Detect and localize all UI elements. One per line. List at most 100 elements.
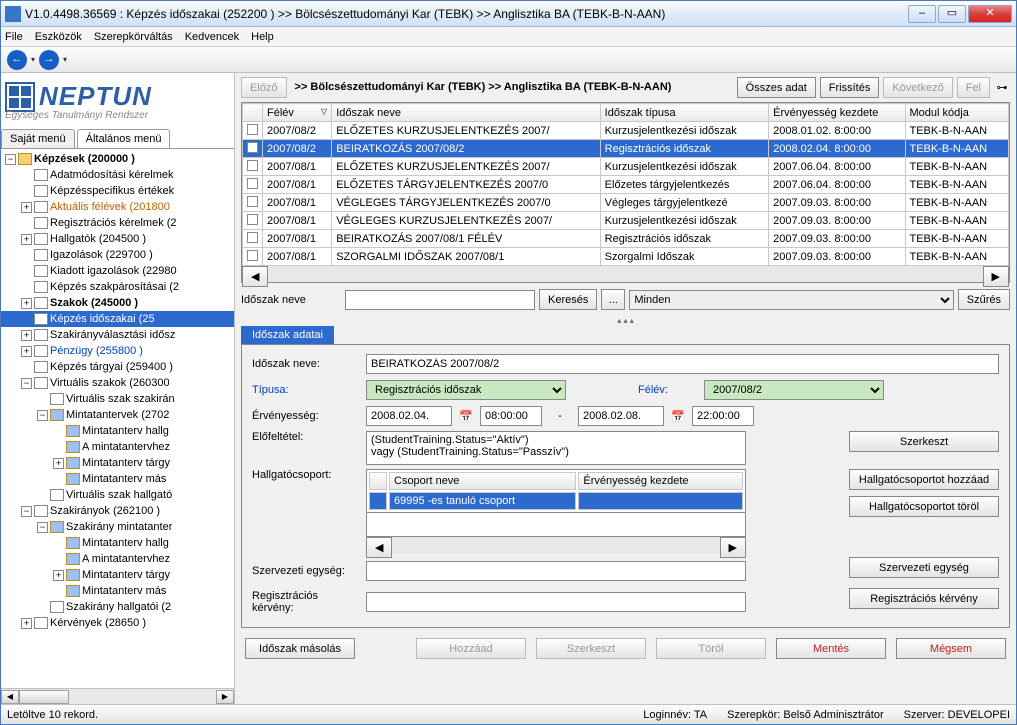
table-row[interactable]: 2007/08/2ELŐZETES KURZUSJELENTKEZÉS 2007… [243,122,1009,140]
table-row[interactable]: 2007/08/2BEIRATKOZÁS 2007/08/2Regisztrác… [243,140,1009,158]
field-period-name[interactable] [366,354,999,374]
table-row[interactable]: 2007/08/1BEIRATKOZÁS 2007/08/1 FÉLÉVRegi… [243,230,1009,248]
tab-period-data[interactable]: Időszak adatai [241,326,334,344]
field-valid-from-time[interactable] [480,406,542,426]
scroll-left-icon[interactable]: ◀ [1,690,19,704]
tree-item[interactable]: Kiadott igazolások (22980 [1,263,234,279]
menu-tools[interactable]: Eszközök [35,31,82,43]
tree-item[interactable]: +Szakirányválasztási idősz [1,327,234,343]
tree-item[interactable]: Képzés időszakai (25 [1,311,234,327]
splitter[interactable]: ▴ ▴ ▴ [235,316,1016,324]
table-row[interactable]: 69995 -es tanuló csoport [369,492,743,510]
tree-item[interactable]: Szakirány hallgatói (2 [1,599,234,615]
org-button[interactable]: Szervezeti egység [849,557,999,578]
nav-forward-icon[interactable]: → [39,50,59,70]
tree-item[interactable]: Virtuális szak szakirán [1,391,234,407]
search-filter-combo[interactable]: Minden [629,290,953,310]
minimize-button[interactable]: – [908,5,936,23]
table-row[interactable]: 2007/08/1SZORGALMI IDŐSZAK 2007/08/1Szor… [243,248,1009,266]
tree-item[interactable]: −Szakirány mintatanter [1,519,234,535]
delete-button[interactable]: Töröl [656,638,766,659]
group-grid[interactable]: Csoport neveÉrvényesség kezdete69995 -es… [366,469,746,513]
tree-item[interactable]: Képzés szakpárosításai (2 [1,279,234,295]
logo-icon [5,82,35,112]
field-regreq[interactable] [366,592,746,612]
tree-item[interactable]: Regisztrációs kérelmek (2 [1,215,234,231]
tree-hscroll[interactable]: ◀ ▶ [1,688,234,704]
copy-period-button[interactable]: Időszak másolás [245,638,355,659]
calendar-icon[interactable]: 📅 [458,410,474,423]
tree-item[interactable]: +Szakok (245000 ) [1,295,234,311]
tab-own-menu[interactable]: Saját menü [1,129,75,148]
tree-item[interactable]: Mintatanterv más [1,471,234,487]
field-org[interactable] [366,561,746,581]
alldata-button[interactable]: Összes adat [737,77,816,98]
table-row[interactable]: 2007/08/1ELŐZETES KURZUSJELENTKEZÉS 2007… [243,158,1009,176]
close-button[interactable]: ✕ [968,5,1012,23]
scroll-right-icon[interactable]: ▶ [216,690,234,704]
pin-icon[interactable]: ⊶ [994,81,1010,94]
tree-item[interactable]: +Hallgatók (204500 ) [1,231,234,247]
regreq-button[interactable]: Regisztrációs kérvény [849,588,999,609]
search-input[interactable] [345,290,535,310]
up-button[interactable]: Fel [957,77,990,98]
field-semester[interactable]: 2007/08/2 [704,380,884,400]
add-button[interactable]: Hozzáad [416,638,526,659]
search-button[interactable]: Keresés [539,289,597,310]
nav-back-icon[interactable]: ← [7,50,27,70]
tree-item[interactable]: Virtuális szak hallgató [1,487,234,503]
menu-help[interactable]: Help [251,31,274,43]
table-row[interactable]: 2007/08/1VÉGLEGES TÁRGYJELENTKEZÉS 2007/… [243,194,1009,212]
maximize-button[interactable]: ▭ [938,5,966,23]
menu-favorites[interactable]: Kedvencek [185,31,239,43]
lbl-period-name: Időszak neve: [252,358,360,370]
tree-item[interactable]: +Pénzügy (255800 ) [1,343,234,359]
nav-tree[interactable]: −Képzések (200000 )Adatmódosítási kérelm… [1,149,234,688]
filter-button[interactable]: Szűrés [958,289,1010,310]
menu-roleswitch[interactable]: Szerepkörváltás [94,31,173,43]
next-button[interactable]: Következő [883,77,952,98]
prev-button[interactable]: Előző [241,77,287,98]
field-precondition[interactable]: (StudentTraining.Status="Aktív")vagy (St… [366,431,746,465]
tree-item[interactable]: Adatmódosítási kérelmek [1,167,234,183]
subgrid-scroll-left-icon[interactable]: ◀ [366,537,392,558]
nav-back-drop[interactable]: ▾ [31,55,35,64]
edit-button[interactable]: Szerkeszt [536,638,646,659]
tree-item[interactable]: Mintatanterv hallg [1,535,234,551]
save-button[interactable]: Mentés [776,638,886,659]
tree-item[interactable]: +Mintatanterv tárgy [1,567,234,583]
tree-item[interactable]: Képzésspecifikus értékek [1,183,234,199]
tree-item[interactable]: −Szakirányok (262100 ) [1,503,234,519]
tree-item[interactable]: Képzés tárgyai (259400 ) [1,359,234,375]
tree-item[interactable]: −Képzések (200000 ) [1,151,234,167]
tree-item[interactable]: +Aktuális félévek (201800 [1,199,234,215]
tree-item[interactable]: Mintatanterv más [1,583,234,599]
tree-item[interactable]: +Mintatanterv tárgy [1,455,234,471]
field-valid-from-date[interactable] [366,406,452,426]
field-type[interactable]: Regisztrációs időszak [366,380,566,400]
add-group-button[interactable]: Hallgatócsoportot hozzáad [849,469,999,490]
table-row[interactable]: 2007/08/1ELŐZETES TÁRGYJELENTKEZÉS 2007/… [243,176,1009,194]
cancel-button[interactable]: Mégsem [896,638,1006,659]
search-more-button[interactable]: ... [601,289,625,310]
calendar-icon[interactable]: 📅 [670,410,686,423]
subgrid-scroll-right-icon[interactable]: ▶ [720,537,746,558]
field-valid-to-date[interactable] [578,406,664,426]
table-row[interactable]: 2007/08/1VÉGLEGES KURZUSJELENTKEZÉS 2007… [243,212,1009,230]
tab-general-menu[interactable]: Általános menü [77,129,171,148]
tree-item[interactable]: Igazolások (229700 ) [1,247,234,263]
refresh-button[interactable]: Frissítés [820,77,880,98]
nav-forward-drop[interactable]: ▾ [63,55,67,64]
tree-item[interactable]: A mintatantervhez [1,439,234,455]
tree-item[interactable]: A mintatantervhez [1,551,234,567]
tree-item[interactable]: +Kérvények (28650 ) [1,615,234,631]
edit-precondition-button[interactable]: Szerkeszt [849,431,999,452]
main-grid[interactable]: Félév▽Időszak neveIdőszak típusaÉrvényes… [241,102,1010,283]
tree-item[interactable]: −Virtuális szakok (260300 [1,375,234,391]
tree-item[interactable]: Mintatanterv hallg [1,423,234,439]
tree-item[interactable]: −Mintatantervek (2702 [1,407,234,423]
field-valid-to-time[interactable] [692,406,754,426]
scroll-thumb[interactable] [19,690,69,704]
menu-file[interactable]: File [5,31,23,43]
delete-group-button[interactable]: Hallgatócsoportot töröl [849,496,999,517]
